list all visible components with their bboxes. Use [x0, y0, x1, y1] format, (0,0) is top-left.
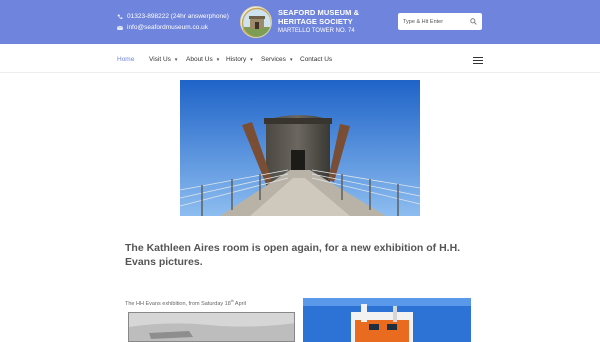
search-icon	[469, 18, 477, 25]
nav-history[interactable]: History ▼	[226, 56, 254, 63]
chevron-down-icon: ▼	[288, 57, 294, 62]
nav-home[interactable]: Home	[117, 56, 134, 63]
search-button[interactable]	[466, 13, 480, 30]
contact-info: 01323-898222 (24hr answerphone) info@sea…	[117, 11, 229, 33]
caption-end: April	[233, 300, 246, 307]
hero-image	[180, 80, 420, 216]
site-title[interactable]: SEAFORD MUSEUM & HERITAGE SOCIETY	[278, 8, 359, 26]
email-link[interactable]: info@seafordmuseum.co.uk	[127, 22, 208, 33]
lifeboat-photo	[303, 298, 471, 342]
site-title-line1: SEAFORD MUSEUM &	[278, 8, 360, 17]
nav-contact-us[interactable]: Contact Us	[300, 56, 332, 63]
main-nav: Home Visit Us ▼ About Us ▼ History ▼ Ser…	[0, 52, 600, 68]
site-header: 01323-898222 (24hr answerphone) info@sea…	[0, 0, 600, 44]
nav-services-label: Services	[261, 56, 286, 63]
nav-visit-us-label: Visit Us	[149, 56, 171, 63]
nav-visit-us[interactable]: Visit Us ▼	[149, 56, 178, 63]
nav-history-label: History	[226, 56, 247, 63]
caption-text: The HH Evans exhibition, from Saturday 1…	[125, 300, 231, 307]
phone-row: 01323-898222 (24hr answerphone)	[117, 11, 229, 22]
nav-services[interactable]: Services ▼	[261, 56, 293, 63]
email-row: info@seafordmuseum.co.uk	[117, 22, 229, 33]
site-subtitle: MARTELLO TOWER NO. 74	[278, 28, 355, 34]
exhibition-caption: The HH Evans exhibition, from Saturday 1…	[125, 299, 246, 307]
society-logo[interactable]	[240, 6, 272, 38]
site-title-line2: HERITAGE SOCIETY	[278, 17, 353, 26]
chevron-down-icon: ▼	[215, 57, 221, 62]
nav-divider	[0, 72, 600, 73]
tower-emblem-icon	[241, 7, 271, 37]
chevron-down-icon: ▼	[249, 57, 254, 62]
nav-about-us[interactable]: About Us ▼	[186, 56, 220, 63]
chevron-down-icon: ▼	[173, 57, 179, 62]
main-headline: The Kathleen Aires room is open again, f…	[125, 242, 461, 268]
search-input[interactable]	[398, 13, 466, 30]
lifeboat-image	[303, 298, 471, 342]
nav-home-label: Home	[117, 56, 135, 63]
nav-about-us-label: About Us	[186, 56, 213, 63]
martello-tower-photo	[180, 80, 420, 216]
phone-number[interactable]: 01323-898222 (24hr answerphone)	[127, 11, 229, 22]
nav-contact-us-label: Contact Us	[300, 56, 333, 63]
envelope-icon	[117, 25, 123, 30]
search-box	[398, 13, 482, 30]
phone-icon	[117, 14, 123, 19]
menu-icon[interactable]	[473, 57, 483, 64]
